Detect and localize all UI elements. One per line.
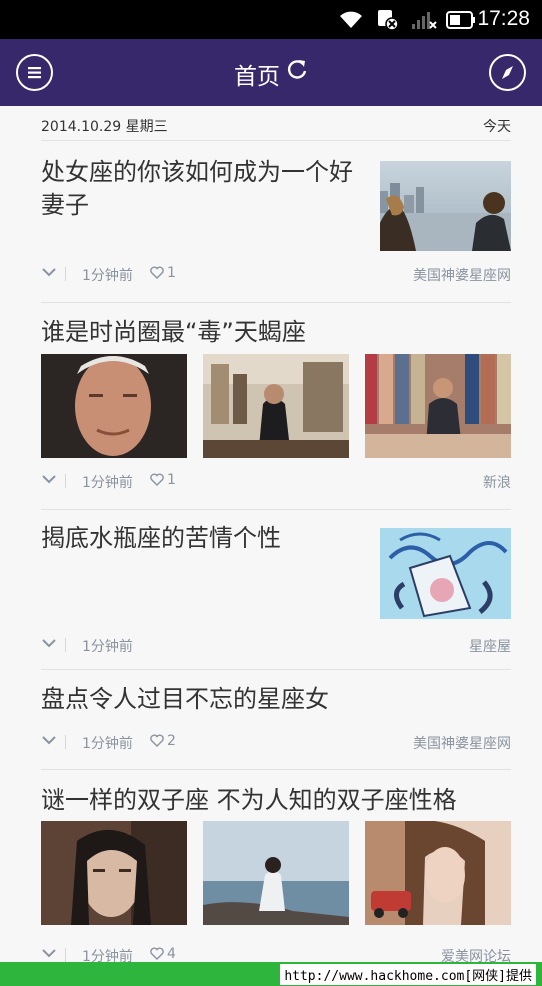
divider	[41, 140, 511, 141]
heart-icon	[150, 734, 164, 747]
article-thumbnail[interactable]	[41, 821, 187, 925]
heart-icon	[150, 266, 164, 279]
meta-divider	[65, 474, 66, 488]
signal-icon	[412, 12, 437, 29]
article-meta: 1分钟前 星座屋	[41, 636, 511, 658]
article-title[interactable]: 处女座的你该如何成为一个好妻子	[41, 156, 361, 222]
article-item[interactable]: 揭底水瓶座的苦情个性 1分钟前 星座屋	[41, 522, 511, 662]
sim-blocked-icon	[378, 10, 399, 31]
compass-icon	[502, 66, 513, 79]
divider	[41, 302, 511, 303]
date-line: 2014.10.29 星期三 今天	[41, 116, 511, 136]
like-count[interactable]: 2	[150, 733, 176, 749]
timestamp: 1分钟前	[82, 475, 133, 491]
timestamp: 1分钟前	[82, 949, 133, 962]
today-label: 今天	[483, 119, 511, 135]
article-source: 爱美网论坛	[441, 949, 511, 962]
article-title[interactable]: 盘点令人过目不忘的星座女	[41, 683, 511, 716]
article-item[interactable]: 谜一样的双子座 不为人知的双子座性格 1分钟前 4 爱美网论坛	[41, 784, 511, 962]
like-count[interactable]: 1	[150, 472, 176, 488]
article-item[interactable]: 处女座的你该如何成为一个好妻子 1分钟前 1 美国神婆星座网	[41, 156, 511, 296]
article-source: 美国神婆星座网	[413, 268, 511, 284]
page-title: 首页	[0, 57, 542, 91]
article-source: 星座屋	[469, 639, 511, 655]
divider	[41, 769, 511, 770]
article-source: 美国神婆星座网	[413, 736, 511, 752]
meta-divider	[65, 948, 66, 962]
chevron-down-icon[interactable]	[41, 637, 57, 649]
heart-icon	[150, 473, 164, 486]
article-title[interactable]: 谜一样的双子座 不为人知的双子座性格	[41, 784, 511, 817]
meta-divider	[65, 735, 66, 749]
timestamp: 1分钟前	[82, 736, 133, 752]
chevron-down-icon[interactable]	[41, 473, 57, 485]
divider	[41, 509, 511, 510]
news-feed: 2014.10.29 星期三 今天 处女座的你该如何成为一个好妻子 1分钟前 1…	[0, 106, 542, 962]
article-thumbnail[interactable]	[380, 528, 511, 619]
chevron-down-icon[interactable]	[41, 266, 57, 278]
battery-icon	[446, 11, 475, 29]
meta-divider	[65, 267, 66, 281]
article-thumbnail[interactable]	[365, 821, 511, 925]
like-count-value: 4	[167, 946, 176, 962]
article-source: 新浪	[483, 475, 511, 491]
refresh-icon[interactable]	[286, 58, 308, 86]
status-time: 17:28	[477, 7, 530, 30]
date-text: 2014.10.29 星期三	[41, 119, 168, 135]
like-count[interactable]: 1	[150, 265, 176, 281]
article-meta: 1分钟前 1 新浪	[41, 472, 511, 494]
divider	[41, 669, 511, 670]
article-title[interactable]: 谁是时尚圈最“毒”天蝎座	[41, 316, 511, 349]
chevron-down-icon[interactable]	[41, 734, 57, 746]
article-item[interactable]: 谁是时尚圈最“毒”天蝎座 1分钟前 1 新浪	[41, 316, 511, 496]
page-title-text: 首页	[234, 64, 280, 90]
chevron-down-icon[interactable]	[41, 947, 57, 959]
app-header: 首页	[0, 39, 542, 106]
meta-divider	[65, 638, 66, 652]
heart-icon	[150, 947, 164, 960]
article-meta: 1分钟前 2 美国神婆星座网	[41, 733, 511, 755]
article-item[interactable]: 盘点令人过目不忘的星座女 1分钟前 2 美国神婆星座网	[41, 683, 511, 763]
discover-button[interactable]	[489, 54, 526, 91]
article-thumbnail[interactable]	[380, 161, 511, 251]
article-thumbnail[interactable]	[203, 354, 349, 458]
timestamp: 1分钟前	[82, 639, 133, 655]
like-count-value: 1	[167, 472, 176, 488]
timestamp: 1分钟前	[82, 268, 133, 284]
status-bar: 17:28	[0, 0, 542, 39]
article-thumbnail[interactable]	[41, 354, 187, 458]
like-count-value: 1	[167, 265, 176, 281]
like-count-value: 2	[167, 733, 176, 749]
bottom-bar: http://www.hackhome.com[网侠]提供	[0, 962, 542, 986]
like-count[interactable]: 4	[150, 946, 176, 962]
article-thumbnail[interactable]	[203, 821, 349, 925]
article-meta: 1分钟前 4 爱美网论坛	[41, 946, 511, 962]
article-meta: 1分钟前 1 美国神婆星座网	[41, 265, 511, 287]
article-thumbnail[interactable]	[365, 354, 511, 458]
watermark-text: http://www.hackhome.com[网侠]提供	[280, 964, 536, 985]
wifi-icon	[340, 11, 362, 28]
